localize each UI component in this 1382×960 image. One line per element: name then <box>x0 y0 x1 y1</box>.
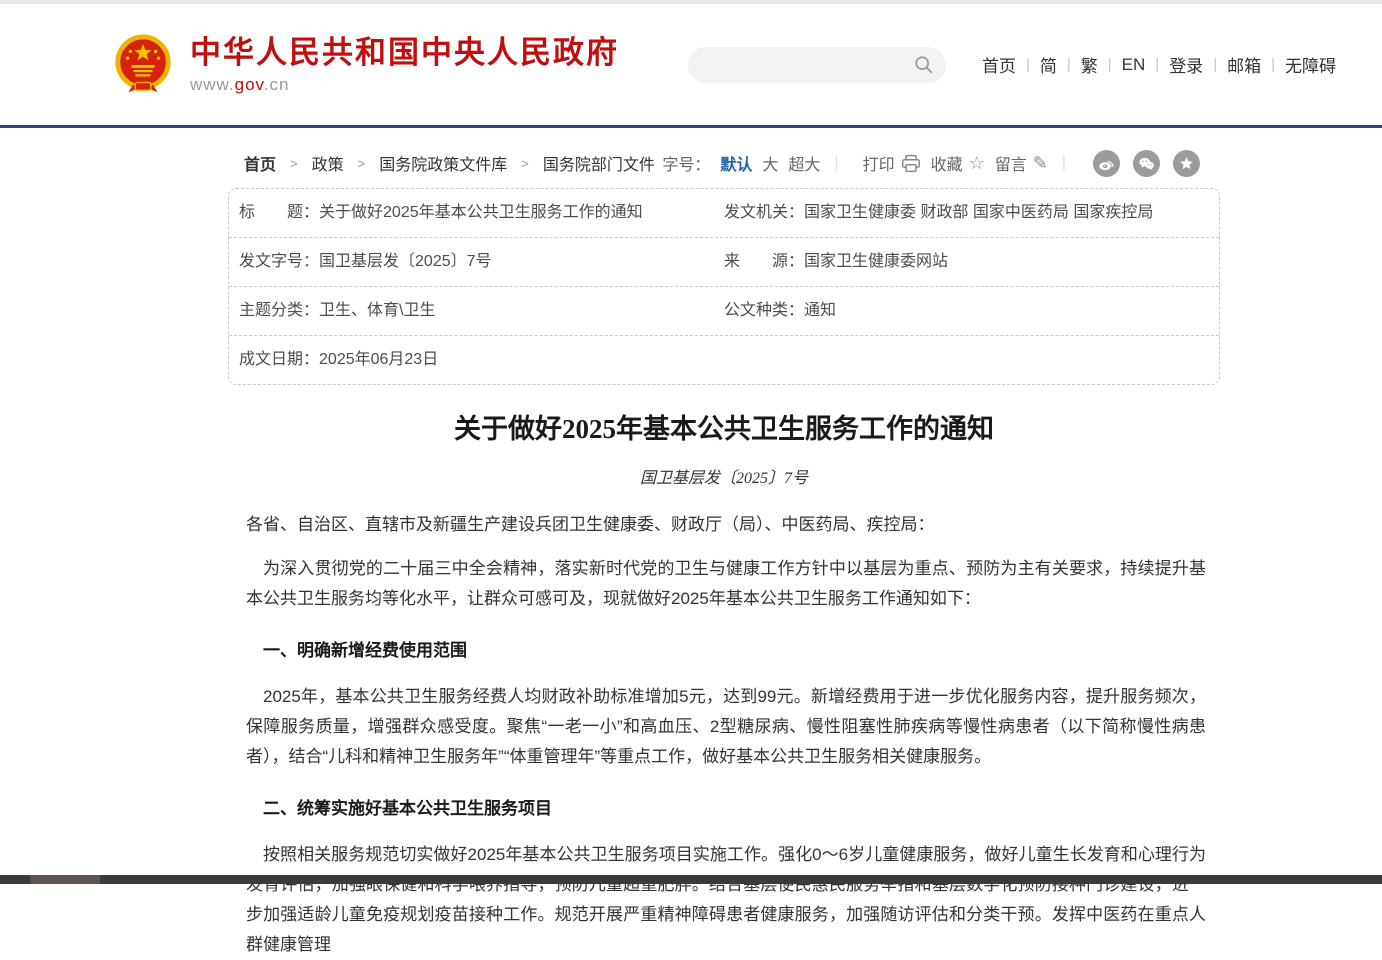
comment-button[interactable]: 留言 ✎ <box>995 151 1048 175</box>
document-number: 国卫基层发〔2025〕7号 <box>228 464 1220 488</box>
font-size-large-button[interactable]: 大 <box>762 151 778 175</box>
breadcrumb-separator: > <box>358 156 366 171</box>
section-heading-1: 一、明确新增经费使用范围 <box>246 636 1206 666</box>
meta-row: 主题分类： 卫生、体育\卫生 公文种类： 通知 <box>229 287 1219 336</box>
meta-label-topic-category: 主题分类： <box>239 299 319 323</box>
document-body: 各省、自治区、直辖市及新疆生产建设兵团卫生健康委、财政厅（局）、中医药局、疾控局… <box>228 510 1220 960</box>
section-heading-2: 二、统筹实施好基本公共卫生服务项目 <box>246 794 1206 824</box>
national-emblem-icon <box>112 34 174 96</box>
meta-value-topic-category: 卫生、体育\卫生 <box>319 299 435 323</box>
breadcrumb: 首页 > 政策 > 国务院政策文件库 > 国务院部门文件 <box>244 151 655 175</box>
search-icon[interactable] <box>913 54 934 75</box>
meta-label-date: 成文日期： <box>239 348 319 372</box>
paragraph: 按照相关服务规范切实做好2025年基本公共卫生服务项目实施工作。强化0～6岁儿童… <box>246 840 1206 960</box>
site-title: 中华人民共和国中央人民政府 <box>190 34 619 71</box>
pencil-icon: ✎ <box>1033 153 1048 174</box>
meta-row: 发文字号： 国卫基层发〔2025〕7号 来 源： 国家卫生健康委网站 <box>229 238 1219 287</box>
font-size-label: 字号： <box>662 151 710 175</box>
nav-english[interactable]: EN <box>1112 55 1156 75</box>
header-divider <box>0 125 1382 128</box>
breadcrumb-separator: > <box>521 156 529 171</box>
main-content: 首页 > 政策 > 国务院政策文件库 > 国务院部门文件 字号： 默认 大 超大… <box>228 148 1220 960</box>
meta-label-title: 标 题： <box>239 201 319 225</box>
site-header: 中华人民共和国中央人民政府 www.gov.cn 首页| 简| 繁| EN| 登… <box>0 4 1382 125</box>
nav-home[interactable]: 首页 <box>972 52 1026 77</box>
top-navigation: 首页| 简| 繁| EN| 登录| 邮箱| 无障碍 <box>972 52 1346 77</box>
meta-label-issuing-agency: 发文机关： <box>724 201 804 225</box>
meta-row: 成文日期： 2025年06月23日 <box>229 336 1219 384</box>
meta-label-doc-type: 公文种类： <box>724 299 804 323</box>
font-size-default-button[interactable]: 默认 <box>720 151 752 175</box>
meta-label-doc-number: 发文字号： <box>239 250 319 274</box>
breadcrumb-department-documents[interactable]: 国务院部门文件 <box>543 151 655 175</box>
breadcrumb-home[interactable]: 首页 <box>244 151 276 175</box>
print-button[interactable]: 打印 <box>863 151 921 175</box>
star-icon: ☆ <box>969 153 985 174</box>
meta-value-date: 2025年06月23日 <box>319 348 438 372</box>
paragraph: 为深入贯彻党的二十届三中全会精神，落实新时代党的卫生与健康工作方针中以基层为重点… <box>246 554 1206 614</box>
breadcrumb-policy[interactable]: 政策 <box>312 151 344 175</box>
footer-bar <box>0 875 1382 884</box>
breadcrumb-separator: > <box>290 156 298 171</box>
printer-icon <box>901 154 921 173</box>
meta-value-title: 关于做好2025年基本公共卫生服务工作的通知 <box>319 201 643 225</box>
breadcrumb-policy-library[interactable]: 国务院政策文件库 <box>379 151 507 175</box>
meta-row: 标 题： 关于做好2025年基本公共卫生服务工作的通知 发文机关： 国家卫生健康… <box>229 189 1219 238</box>
nav-login[interactable]: 登录 <box>1159 52 1213 77</box>
site-url: www.gov.cn <box>190 75 619 95</box>
paragraph: 2025年，基本公共卫生服务经费人均财政补助标准增加5元，达到99元。新增经费用… <box>246 682 1206 772</box>
search-box[interactable] <box>688 47 946 83</box>
search-input[interactable] <box>704 55 913 74</box>
nav-mailbox[interactable]: 邮箱 <box>1217 52 1271 77</box>
meta-value-doc-type: 通知 <box>804 299 836 323</box>
meta-value-source: 国家卫生健康委网站 <box>804 250 948 274</box>
nav-simplified[interactable]: 简 <box>1030 52 1067 77</box>
paragraph-addressee: 各省、自治区、直辖市及新疆生产建设兵团卫生健康委、财政厅（局）、中医药局、疾控局… <box>246 510 1206 540</box>
document-metadata-box: 标 题： 关于做好2025年基本公共卫生服务工作的通知 发文机关： 国家卫生健康… <box>228 188 1220 385</box>
meta-value-issuing-agency: 国家卫生健康委 财政部 国家中医药局 国家疾控局 <box>804 201 1153 225</box>
qzone-icon[interactable] <box>1173 150 1200 177</box>
font-size-xlarge-button[interactable]: 超大 <box>788 151 820 175</box>
nav-traditional[interactable]: 繁 <box>1071 52 1108 77</box>
page-toolbar: 字号： 默认 大 超大 | 打印 收藏 ☆ 留言 <box>662 150 1200 177</box>
meta-label-source: 来 源： <box>724 250 804 274</box>
favorite-button[interactable]: 收藏 ☆ <box>931 151 985 175</box>
document-title: 关于做好2025年基本公共卫生服务工作的通知 <box>228 407 1220 446</box>
meta-value-doc-number: 国卫基层发〔2025〕7号 <box>319 250 492 274</box>
wechat-icon[interactable] <box>1133 150 1160 177</box>
site-logo-link[interactable]: 中华人民共和国中央人民政府 www.gov.cn <box>112 34 619 96</box>
nav-accessibility[interactable]: 无障碍 <box>1275 52 1346 77</box>
weibo-icon[interactable] <box>1093 150 1120 177</box>
